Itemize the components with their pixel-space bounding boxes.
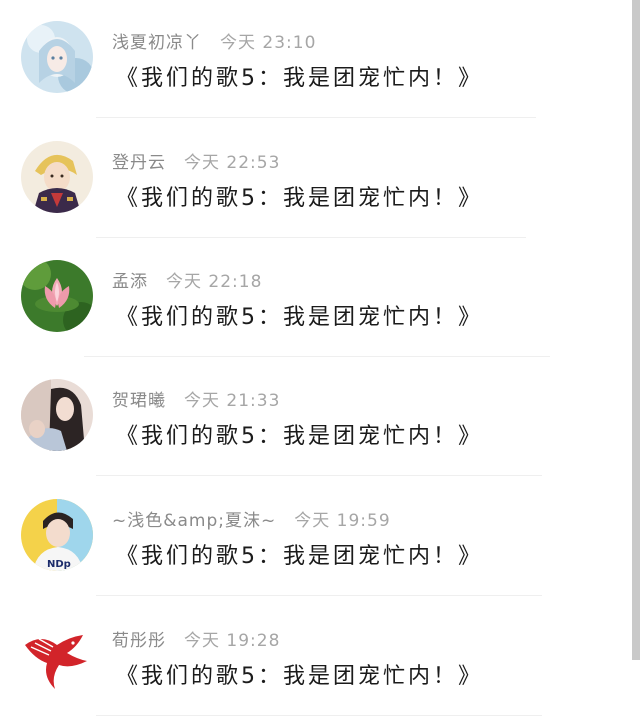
comment-time: 今天 22:18: [166, 272, 263, 292]
comment-meta: 贺珺曦 今天 21:33: [112, 386, 281, 411]
comment-text: 《我们的歌5：我是团宠忙内！》: [116, 424, 483, 449]
comment-meta: 登丹云 今天 22:53: [112, 148, 281, 173]
comment-meta: 浅夏初凉丫 今天 23:10: [112, 28, 317, 53]
red-bird-avatar-icon: [21, 619, 93, 691]
username[interactable]: ~浅色&amp;夏沫~: [112, 511, 276, 531]
scrollbar[interactable]: [632, 0, 640, 660]
avatar[interactable]: NDp: [21, 499, 93, 571]
comment-text: 《我们的歌5：我是团宠忙内！》: [116, 305, 483, 330]
svg-text:NDp: NDp: [47, 559, 71, 570]
comment-time: 今天 21:33: [184, 391, 281, 411]
girl-photo-avatar-icon: [21, 379, 93, 451]
comment-item[interactable]: 孟添 今天 22:18 《我们的歌5：我是团宠忙内！》: [0, 239, 632, 358]
divider: [96, 595, 542, 596]
divider: [96, 237, 526, 238]
divider: [96, 715, 542, 716]
comment-item[interactable]: NDp ~浅色&amp;夏沫~ 今天 19:59 《我们的歌5：我是团宠忙内！》: [0, 478, 632, 597]
comment-meta: 孟添 今天 22:18: [112, 267, 263, 292]
comment-text: 《我们的歌5：我是团宠忙内！》: [116, 664, 483, 689]
anime-girl-avatar-icon: [21, 21, 93, 93]
avatar[interactable]: [21, 141, 93, 213]
avatar[interactable]: [21, 21, 93, 93]
comment-text: 《我们的歌5：我是团宠忙内！》: [116, 186, 483, 211]
username[interactable]: 登丹云: [112, 153, 166, 173]
comment-item[interactable]: 贺珺曦 今天 21:33 《我们的歌5：我是团宠忙内！》: [0, 358, 632, 477]
divider: [84, 356, 550, 357]
username[interactable]: 贺珺曦: [112, 391, 166, 411]
avatar[interactable]: [21, 379, 93, 451]
avatar[interactable]: [21, 260, 93, 332]
comment-time: 今天 19:59: [294, 511, 391, 531]
username[interactable]: 浅夏初凉丫: [112, 33, 202, 53]
comment-time: 今天 19:28: [184, 631, 281, 651]
comment-time: 今天 22:53: [184, 153, 281, 173]
comment-meta: ~浅色&amp;夏沫~ 今天 19:59: [112, 506, 391, 531]
divider: [96, 475, 542, 476]
comment-meta: 荀彤彤 今天 19:28: [112, 626, 281, 651]
boy-photo-avatar-icon: NDp: [21, 499, 93, 571]
comment-list: 浅夏初凉丫 今天 23:10 《我们的歌5：我是团宠忙内！》 登丹云 今天 22:5…: [0, 0, 632, 724]
comment-text: 《我们的歌5：我是团宠忙内！》: [116, 66, 483, 91]
lotus-avatar-icon: [21, 260, 93, 332]
comment-text: 《我们的歌5：我是团宠忙内！》: [116, 544, 483, 569]
username[interactable]: 荀彤彤: [112, 631, 166, 651]
username[interactable]: 孟添: [112, 272, 148, 292]
comment-item[interactable]: 浅夏初凉丫 今天 23:10 《我们的歌5：我是团宠忙内！》: [0, 0, 632, 119]
divider: [96, 117, 536, 118]
anime-prince-avatar-icon: [21, 141, 93, 213]
comment-item[interactable]: 荀彤彤 今天 19:28 《我们的歌5：我是团宠忙内！》: [0, 598, 632, 717]
comment-time: 今天 23:10: [220, 33, 317, 53]
avatar[interactable]: [21, 619, 93, 691]
comment-item[interactable]: 登丹云 今天 22:53 《我们的歌5：我是团宠忙内！》: [0, 120, 632, 239]
